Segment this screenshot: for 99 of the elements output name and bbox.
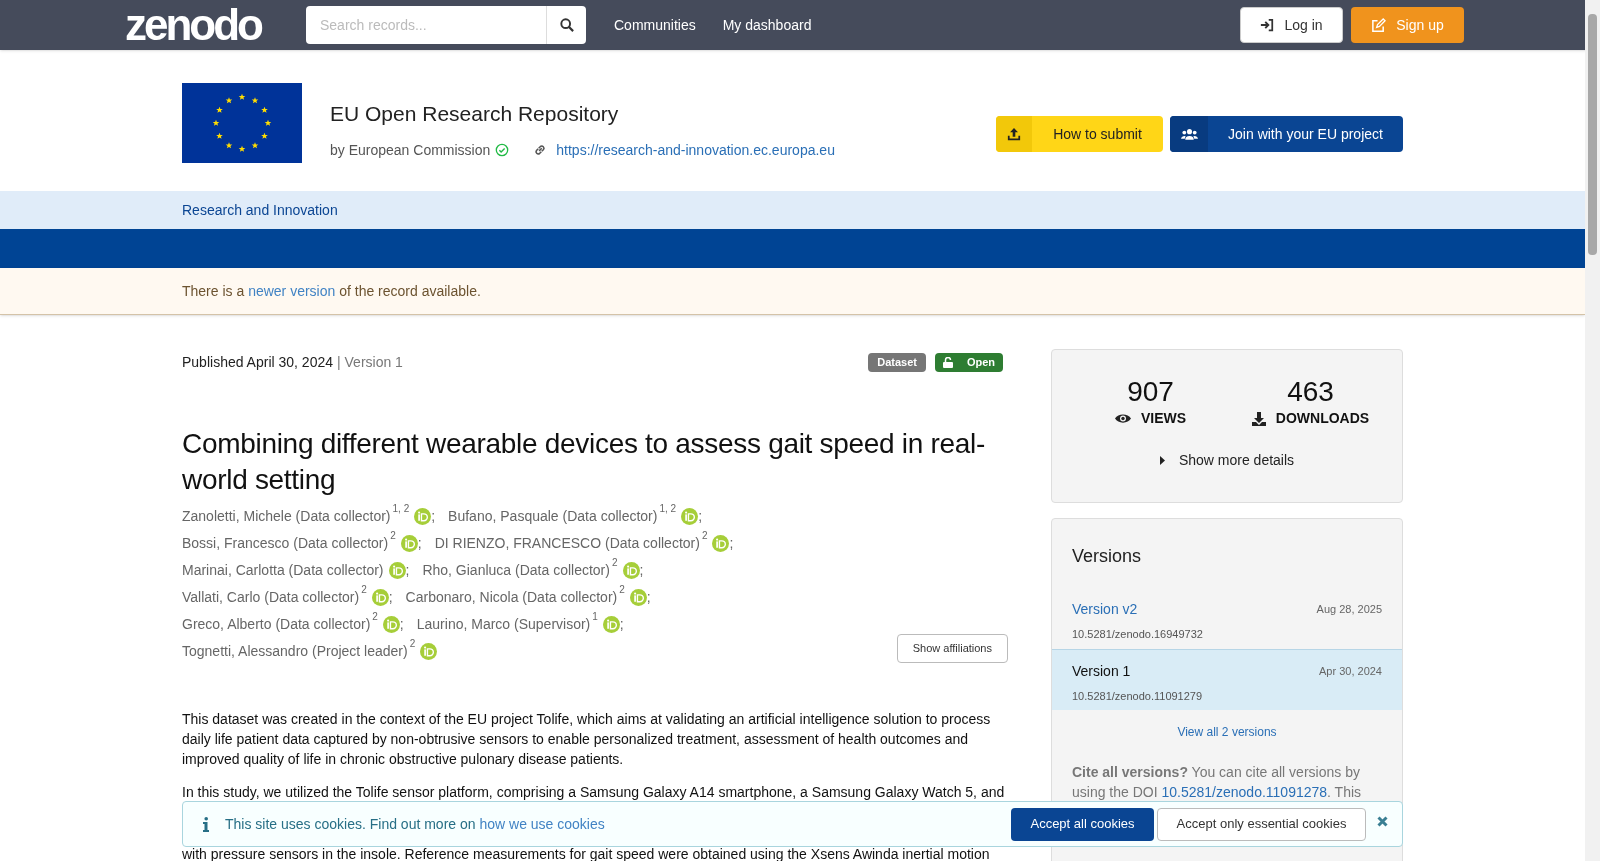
eye-icon bbox=[1114, 413, 1131, 424]
zenodo-logo[interactable]: zenodo bbox=[125, 0, 261, 50]
version-doi: 10.5281/zenodo.16949732 bbox=[1072, 627, 1204, 642]
separator: ; bbox=[646, 587, 651, 607]
creator-name[interactable]: Greco, Alberto (Data collector) bbox=[182, 613, 371, 635]
caret-icon bbox=[1159, 456, 1165, 465]
nav-link[interactable]: Communities bbox=[614, 14, 696, 36]
search-icon bbox=[559, 18, 574, 32]
search-field[interactable]: Search records... bbox=[306, 6, 546, 44]
separator: ; bbox=[619, 614, 624, 634]
cite-all-versions-text: Cite all versions? You can cite all versions by using the DOI 10.5281/zenodo.11091278. This bbox=[1071, 763, 1363, 802]
unlock-icon bbox=[942, 356, 953, 368]
separator: ; bbox=[639, 560, 644, 580]
affiliation-marker: 2 bbox=[611, 558, 618, 568]
creator-name[interactable]: DI RIENZO, FRANCESCO (Data collector) bbox=[434, 532, 700, 554]
scrollbar[interactable] bbox=[1585, 0, 1600, 861]
separator: ; bbox=[399, 614, 404, 634]
community-url-link[interactable]: https://research-and-innovation.ec.europa.eu bbox=[556, 139, 835, 161]
versions-title: Versions bbox=[1071, 545, 1143, 568]
downloads-label: DOWNLOADS bbox=[1275, 409, 1370, 428]
orcid-icon[interactable] bbox=[388, 561, 406, 579]
version-label: | Version 1 bbox=[337, 352, 403, 372]
affiliation-marker: 1, 2 bbox=[659, 504, 677, 514]
description-line: with pressure sensors in the insole. Reference measurements for gait speed were obtained using the Xsens Awinda inertial motion bbox=[182, 847, 991, 861]
description-line: In this study, we utilized the Tolife sensor platform, comprising a Samsung Galaxy A14 smartphone, a Samsung Galaxy Watch 5, and bbox=[182, 783, 1006, 802]
affiliation-marker: 2 bbox=[361, 585, 367, 595]
version-label: Version 1 bbox=[1072, 662, 1131, 681]
version-item[interactable]: Version v2 Aug 28, 2025 10.5281/zenodo.16949732 bbox=[1052, 588, 1402, 649]
orcid-icon[interactable] bbox=[712, 534, 730, 552]
join-project-button[interactable]: Join with your EU project bbox=[1170, 116, 1403, 152]
version-label[interactable]: Version v2 bbox=[1072, 599, 1138, 620]
view-all-versions-link[interactable]: View all 2 versions bbox=[1177, 723, 1277, 741]
views-count: 907 bbox=[1127, 377, 1174, 407]
affiliation-marker: 2 bbox=[619, 585, 625, 595]
users-icon bbox=[1180, 128, 1198, 140]
orcid-icon[interactable] bbox=[420, 642, 438, 660]
download-icon bbox=[1251, 411, 1266, 426]
upload-icon bbox=[1007, 127, 1021, 141]
affiliation-marker: 2 bbox=[390, 531, 396, 541]
community-title: EU Open Research Repository bbox=[330, 101, 620, 127]
affiliation-marker: 1 bbox=[592, 612, 598, 622]
cookie-policy-link[interactable]: how we use cookies bbox=[479, 815, 605, 832]
creator-name[interactable]: Bufano, Pasquale (Data collector) bbox=[448, 505, 658, 527]
cookie-notice-text: This site uses cookies. Find out more on how we use cookies bbox=[225, 814, 605, 834]
description-paragraph: This dataset was created in the context of the EU project Tolife, which aims at validating an artificial intelligence solution to process daily life patient data captured by non-obtrusive sensors to enable personalized treatment, assessment of health outcomes and improved quality of life in chronic obstructive pulonary disease patients. bbox=[182, 710, 992, 769]
orcid-icon[interactable] bbox=[622, 561, 640, 579]
affiliation-marker: 2 bbox=[372, 612, 378, 622]
creator-name[interactable]: Vallati, Carlo (Data collector) bbox=[182, 586, 360, 608]
close-icon[interactable] bbox=[1377, 815, 1388, 827]
affiliation-marker: 1, 2 bbox=[392, 504, 410, 514]
downloads-count: 463 bbox=[1287, 377, 1334, 407]
affiliation-marker: 2 bbox=[409, 639, 416, 649]
menu-tab[interactable]: Research and Innovation bbox=[182, 199, 338, 221]
resource-type-badge: Dataset bbox=[868, 352, 926, 372]
link-icon bbox=[533, 143, 548, 157]
orcid-icon[interactable] bbox=[602, 615, 620, 633]
community-owner: by European Commission bbox=[330, 140, 491, 160]
separator: ; bbox=[388, 587, 393, 607]
accept-all-cookies-button[interactable]: Accept all cookies bbox=[1011, 807, 1154, 841]
orcid-icon[interactable] bbox=[414, 507, 432, 525]
creator-name[interactable]: Marinai, Carlotta (Data collector) bbox=[182, 559, 384, 581]
edit-icon bbox=[1371, 17, 1387, 33]
login-button[interactable]: Log in bbox=[1240, 7, 1343, 43]
show-affiliations-button[interactable]: Show affiliations bbox=[896, 633, 1008, 663]
search-button[interactable] bbox=[546, 6, 586, 44]
separator: ; bbox=[698, 506, 703, 526]
show-more-details-button[interactable]: Show more details bbox=[1159, 450, 1295, 471]
notice-text: There is a newer version of the record available. bbox=[182, 281, 481, 301]
views-label: VIEWS bbox=[1140, 409, 1187, 428]
orcid-icon[interactable] bbox=[371, 588, 389, 606]
creator-name[interactable]: Zanoletti, Michele (Data collector) bbox=[182, 505, 391, 527]
newer-version-link[interactable]: newer version bbox=[248, 282, 336, 299]
separator: ; bbox=[417, 533, 422, 553]
separator: ; bbox=[405, 560, 410, 580]
affiliation-marker: 2 bbox=[701, 531, 708, 541]
orcid-icon[interactable] bbox=[400, 534, 418, 552]
creator-name[interactable]: Bossi, Francesco (Data collector) bbox=[182, 532, 389, 554]
how-to-submit-button[interactable]: How to submit bbox=[996, 116, 1163, 152]
orcid-icon[interactable] bbox=[382, 615, 400, 633]
info-icon bbox=[203, 816, 209, 832]
creator-name[interactable]: Carbonaro, Nicola (Data collector) bbox=[405, 586, 618, 608]
accept-essential-cookies-button[interactable]: Accept only essential cookies bbox=[1157, 807, 1366, 841]
scrollbar-thumb[interactable] bbox=[1588, 14, 1597, 255]
orcid-icon[interactable] bbox=[681, 507, 699, 525]
publication-date: Published April 30, 2024 bbox=[182, 352, 333, 372]
version-doi: 10.5281/zenodo.11091279 bbox=[1072, 689, 1204, 704]
orcid-icon[interactable] bbox=[629, 588, 647, 606]
access-badge: Open bbox=[935, 352, 1003, 372]
creator-name[interactable]: Laurino, Marco (Supervisor) bbox=[416, 613, 591, 635]
version-item[interactable]: Version 1 Apr 30, 2024 10.5281/zenodo.11091279 bbox=[1052, 649, 1402, 710]
creator-name[interactable]: Rho, Gianluca (Data collector) bbox=[422, 559, 610, 581]
separator: ; bbox=[431, 506, 436, 526]
creator-name[interactable]: Tognetti, Alessandro (Project leader) bbox=[182, 640, 408, 662]
separator: ; bbox=[729, 533, 734, 553]
sign-in-icon bbox=[1260, 18, 1275, 32]
version-date: Apr 30, 2024 bbox=[1319, 664, 1382, 680]
version-date: Aug 28, 2025 bbox=[1316, 602, 1382, 618]
nav-link[interactable]: My dashboard bbox=[722, 14, 812, 36]
record-title: Combining different wearable devices to assess gait speed in real-world setting bbox=[182, 427, 987, 497]
